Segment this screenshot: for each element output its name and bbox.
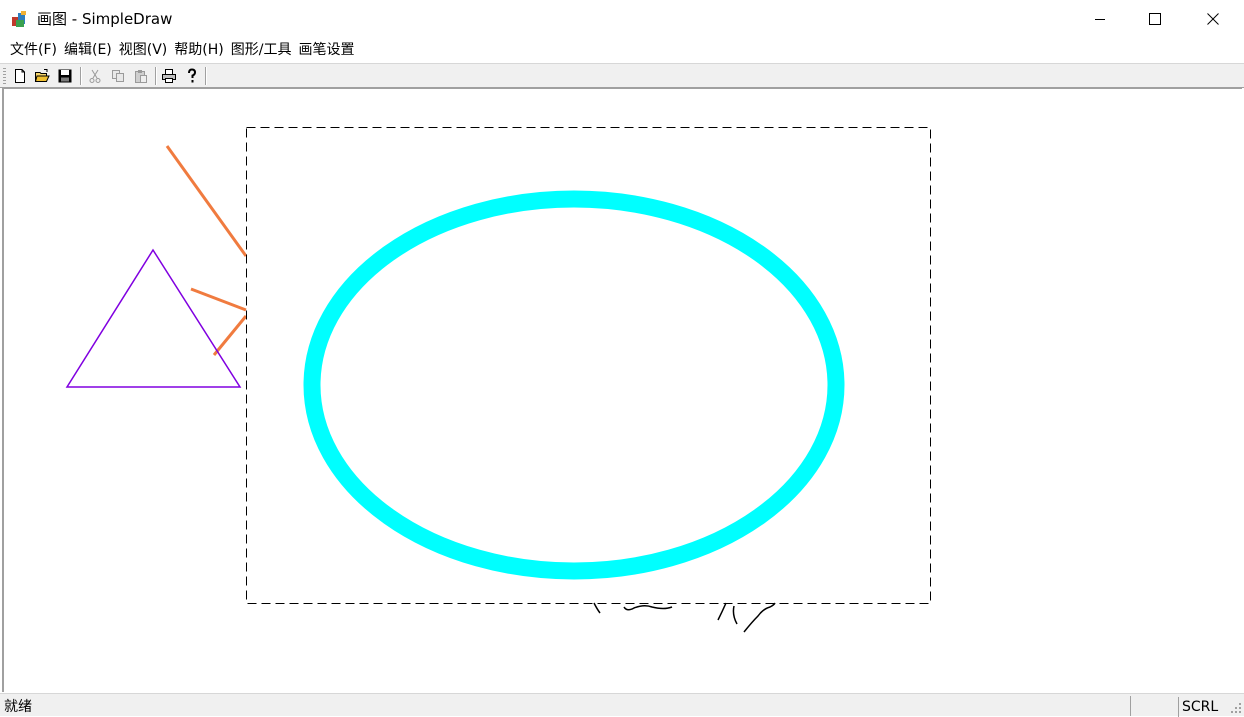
drawing-canvas[interactable] [2,88,1242,692]
paste-button[interactable] [131,66,151,86]
canvas-drawing[interactable] [4,89,1242,692]
toolbar [0,63,1244,88]
toolbar-separator [80,67,82,85]
status-bar: 就绪 SCRL [0,693,1244,717]
toolbar-separator [205,67,207,85]
paste-icon [135,70,147,83]
copy-icon [112,70,124,82]
menu-edit[interactable]: 编辑(E) [64,38,119,62]
maximize-icon [1149,13,1161,25]
menu-pen-settings[interactable]: 画笔设置 [298,38,361,62]
toolbar-separator [155,67,157,85]
menu-file[interactable]: 文件(F) [0,38,64,62]
print-button[interactable] [159,66,179,86]
close-icon [1207,13,1219,25]
print-icon [162,69,176,83]
window-title: 画图 - SimpleDraw [37,10,173,28]
triangle-shape[interactable] [65,248,242,388]
cut-button[interactable] [85,66,105,86]
status-message: 就绪 [4,699,32,715]
menu-view[interactable]: 视图(V) [119,38,175,62]
freehand-stroke[interactable] [593,602,601,614]
open-folder-icon [34,69,50,82]
maximize-button[interactable] [1126,0,1184,38]
app-icon [12,11,26,27]
title-bar: 画图 - SimpleDraw [0,0,1244,38]
new-file-button[interactable] [10,66,30,86]
cut-icon [89,69,101,83]
orange-line[interactable] [212,315,248,356]
new-file-icon [15,69,25,83]
freehand-stroke[interactable] [623,604,673,611]
ellipse-shape[interactable] [303,190,845,580]
freehand-stroke[interactable] [717,602,776,633]
help-icon [188,68,197,83]
scroll-lock-indicator: SCRL [1178,697,1220,717]
menu-shape-tools[interactable]: 图形/工具 [231,38,299,62]
toolbar-grip[interactable] [3,68,6,84]
copy-button[interactable] [108,66,128,86]
close-button[interactable] [1184,0,1242,38]
minimize-icon [1095,19,1105,20]
orange-line[interactable] [165,145,248,257]
save-button[interactable] [55,66,75,86]
resize-grip-icon[interactable] [1230,702,1242,714]
open-button[interactable] [32,66,52,86]
menu-bar: 文件(F) 编辑(E) 视图(V) 帮助(H) 图形/工具 画笔设置 [0,38,1244,62]
minimize-button[interactable] [1071,0,1129,38]
save-disk-icon [58,69,72,83]
status-pane [1130,696,1176,716]
orange-line[interactable] [190,287,247,312]
menu-help[interactable]: 帮助(H) [174,38,230,62]
help-button[interactable] [182,66,202,86]
